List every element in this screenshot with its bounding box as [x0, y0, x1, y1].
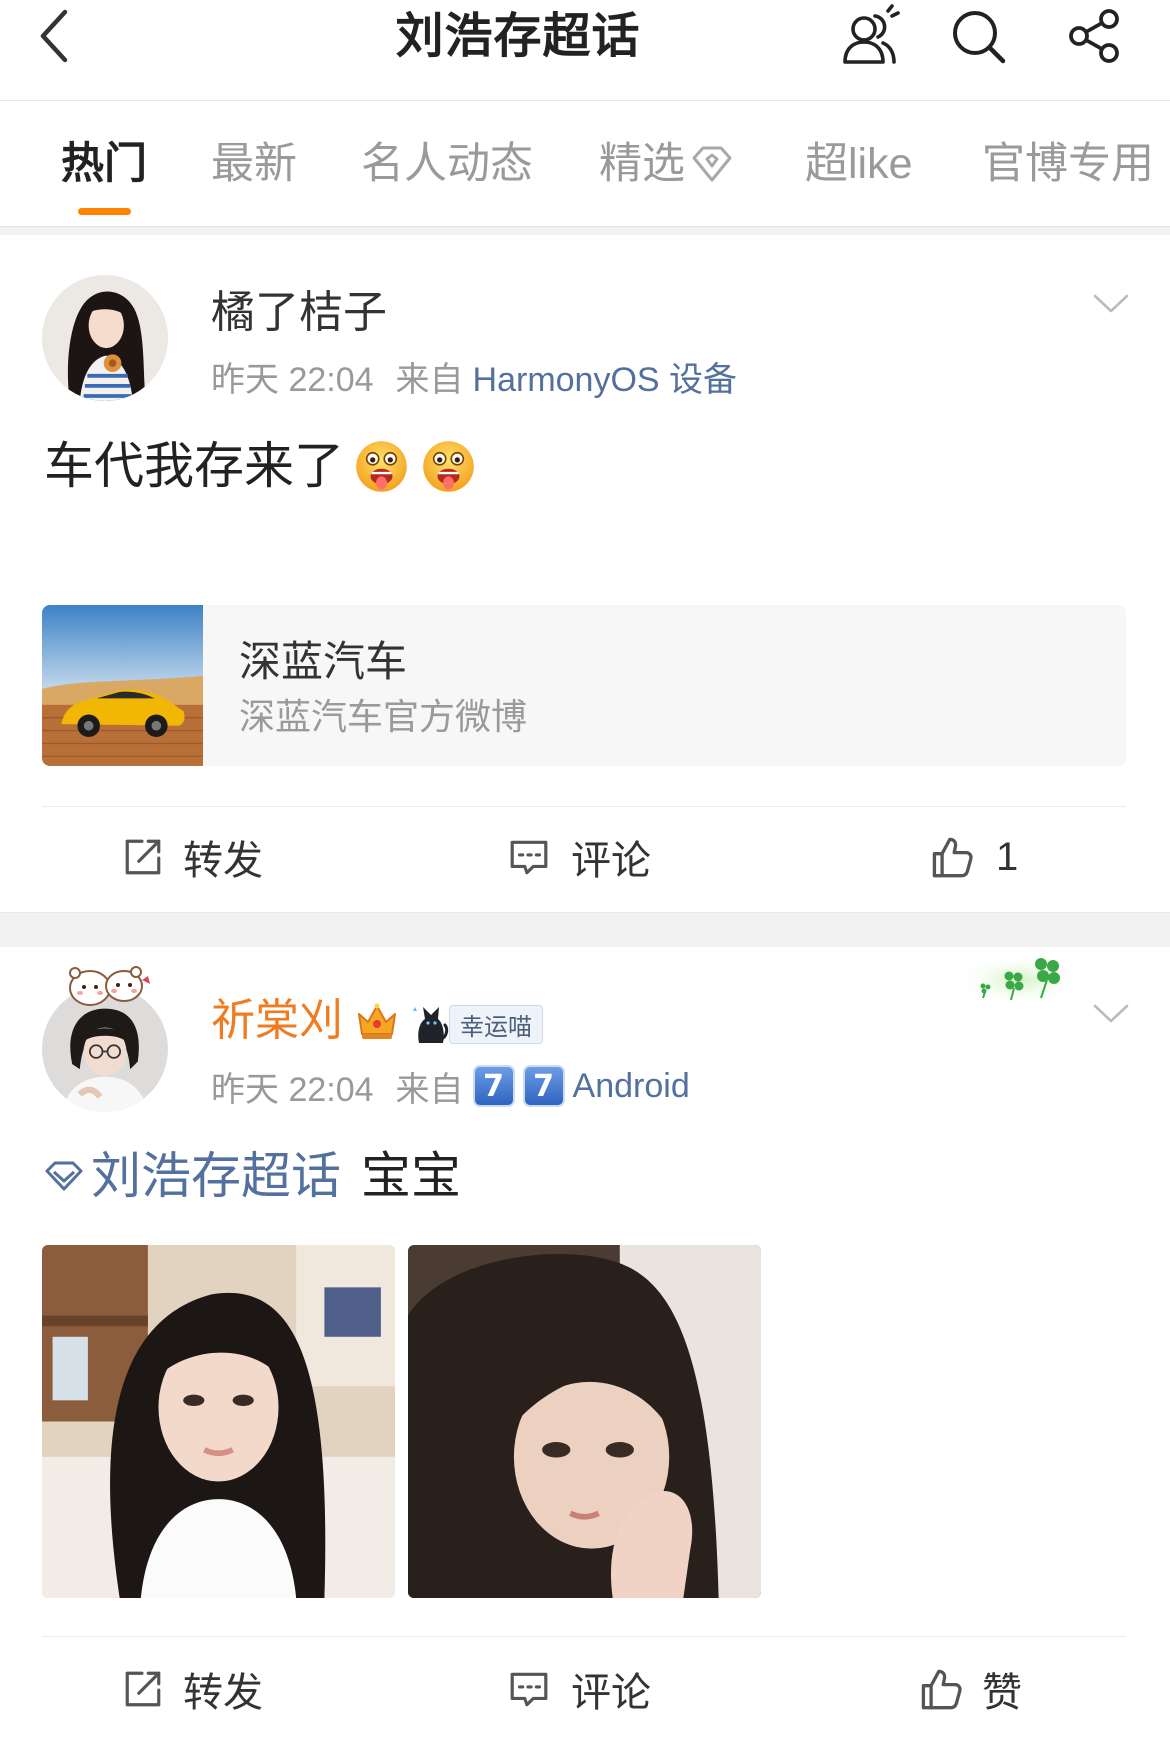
- comment-button[interactable]: 评论: [508, 1667, 651, 1715]
- clover-decoration-icon: [949, 954, 1077, 1006]
- comment-label: 评论: [571, 1671, 651, 1715]
- chevron-down-icon: [1093, 294, 1129, 313]
- back-button[interactable]: [30, 4, 78, 68]
- post-image[interactable]: [42, 1245, 395, 1598]
- crown-icon: [358, 1003, 396, 1039]
- drooling-face-emoji: [423, 440, 474, 492]
- tab-featured-label: 精选: [599, 140, 685, 188]
- active-tab-indicator: [78, 208, 131, 215]
- followers-button[interactable]: [837, 4, 901, 68]
- thumbs-up-icon: [921, 1669, 962, 1710]
- action-divider: [42, 1636, 1126, 1637]
- share-button[interactable]: [1067, 8, 1123, 64]
- post-menu-button[interactable]: [1088, 996, 1134, 1032]
- post-time: 昨天 22:04: [211, 1070, 374, 1109]
- tab-hot[interactable]: 热门: [61, 138, 147, 190]
- post-meta: 昨天 22:04 来自 7 7 Android: [211, 1064, 690, 1109]
- repost-label: 转发: [183, 839, 263, 883]
- comment-icon: [510, 1672, 548, 1707]
- repost-label: 转发: [183, 1671, 263, 1715]
- comment-button[interactable]: 评论: [508, 835, 651, 883]
- card-thumbnail: [42, 605, 203, 766]
- post-text: 刘浩存超话 宝宝: [44, 1146, 461, 1206]
- search-button[interactable]: [948, 6, 1008, 66]
- post-source[interactable]: HarmonyOS 设备: [473, 352, 738, 401]
- source-prefix: 来自: [395, 1070, 464, 1109]
- author-name-vip[interactable]: 祈棠刈: [211, 995, 343, 1047]
- tab-celebrity-updates[interactable]: 名人动态: [361, 138, 533, 190]
- tab-official-posts[interactable]: 官博专用: [982, 138, 1154, 190]
- post-text: 车代我存来了: [44, 436, 476, 496]
- drooling-face-emoji: [356, 440, 407, 492]
- thumbs-up-icon: [932, 837, 973, 878]
- header-divider: [0, 100, 1170, 101]
- link-card[interactable]: 深蓝汽车 深蓝汽车官方微博: [42, 605, 1126, 766]
- post-text-body: 宝宝: [361, 1148, 461, 1204]
- lucky-cat-icon: [413, 1007, 449, 1043]
- avatar[interactable]: [42, 275, 168, 401]
- lucky-cat-badge[interactable]: 幸运喵: [411, 1003, 543, 1045]
- keycap-seven: 7: [522, 1065, 565, 1107]
- back-arrow-icon: [40, 9, 68, 63]
- tab-latest[interactable]: 最新: [211, 138, 297, 190]
- search-icon: [953, 11, 1006, 64]
- repost-icon: [125, 839, 161, 875]
- card-subtitle: 深蓝汽车官方微博: [239, 696, 528, 737]
- post-image[interactable]: [408, 1245, 761, 1598]
- card-title: 深蓝汽车: [239, 638, 408, 685]
- post-menu-button[interactable]: [1088, 286, 1134, 322]
- like-button[interactable]: 1: [930, 835, 1018, 879]
- post-image-photo: [408, 1245, 761, 1598]
- post-separator: [0, 912, 1170, 947]
- action-divider: [42, 806, 1126, 807]
- repost-icon: [125, 1671, 161, 1707]
- post-text-body: 车代我存来了: [44, 438, 344, 494]
- like-count: 1: [996, 834, 1019, 879]
- featured-diamond-icon: [692, 146, 732, 182]
- post-source[interactable]: Android: [573, 1067, 690, 1106]
- repost-button[interactable]: 转发: [122, 1667, 263, 1715]
- supertopic-diamond-icon: [45, 1161, 83, 1191]
- badge-label: 幸运喵: [449, 1004, 543, 1044]
- comment-label: 评论: [571, 839, 651, 883]
- page-title: 刘浩存超话: [395, 10, 641, 63]
- chevron-down-icon: [1093, 1004, 1129, 1023]
- share-icon: [1069, 9, 1119, 63]
- tab-super-like[interactable]: 超like: [805, 138, 913, 190]
- section-gap: [0, 227, 1170, 235]
- followers-icon: [843, 4, 900, 64]
- source-prefix: 来自: [395, 360, 464, 399]
- comment-icon: [510, 840, 548, 875]
- avatar-photo: [42, 275, 168, 401]
- keycap-seven: 7: [472, 1065, 515, 1107]
- post-time: 昨天 22:04: [211, 360, 374, 399]
- like-label: 赞: [982, 1671, 1022, 1715]
- post-image-photo: [42, 1245, 395, 1598]
- repost-button[interactable]: 转发: [122, 835, 263, 883]
- like-button[interactable]: 赞: [919, 1667, 1022, 1715]
- tab-featured[interactable]: 精选: [599, 138, 734, 190]
- avatar-pendant-decoration: [69, 966, 150, 1006]
- author-name[interactable]: 橘了桔子: [211, 287, 387, 339]
- supertopic-link[interactable]: 刘浩存超话: [91, 1146, 341, 1206]
- post-meta: 昨天 22:04 来自 HarmonyOS 设备: [211, 352, 738, 401]
